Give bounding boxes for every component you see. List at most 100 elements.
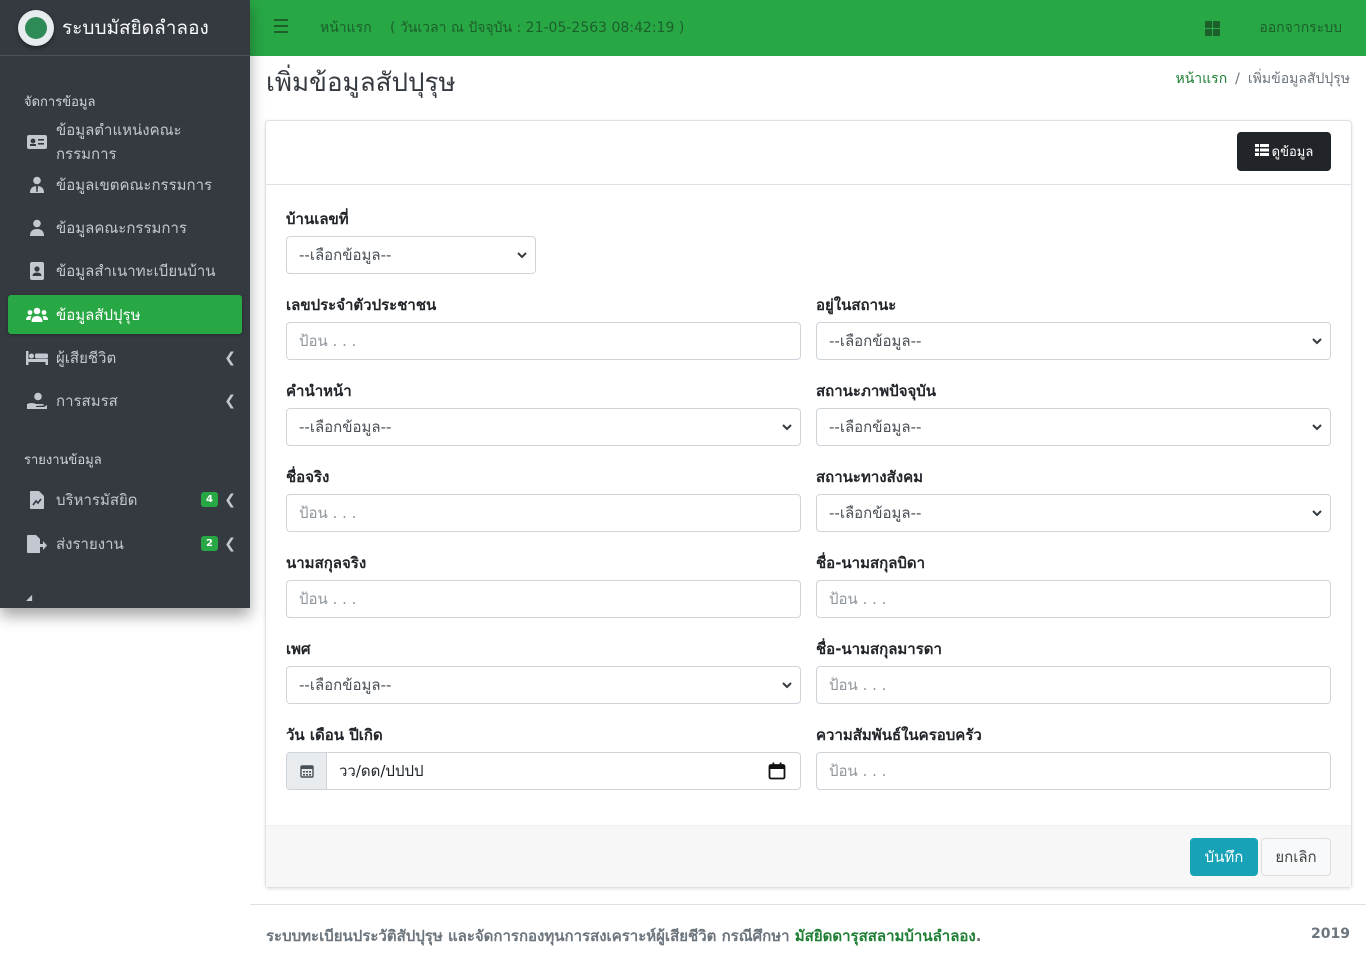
top-navbar: หน้าแรก ( วันเวลา ณ ปัจจุบัน : 21-05-256…	[250, 0, 1366, 56]
mother-name-input[interactable]: ป้อน . . .	[816, 666, 1331, 704]
mother-name-label: ชื่อ-นามสกุลมารดา	[816, 640, 942, 658]
chevron-down-icon	[517, 252, 527, 259]
house-no-select[interactable]: --เลือกข้อมูล--	[286, 236, 536, 274]
member-form-card: ดูข้อมูล บ้านเลขที่ --เลือกข้อมูล-- เลขป…	[265, 120, 1352, 888]
sidebar-item-house-registration[interactable]: ข้อมูลสำเนาทะเบียนบ้าน	[8, 251, 242, 290]
hand-holding-heart-icon	[26, 392, 48, 410]
birth-date-label: วัน เดือน ปีเกิด	[286, 726, 383, 744]
page-title: เพิ่มข้อมูลสัปปุรุษ	[266, 68, 456, 98]
social-status-value: --เลือกข้อมูล--	[829, 504, 922, 522]
residence-status-value: --เลือกข้อมูล--	[829, 332, 922, 350]
sidebar-item-committee-positions[interactable]: ข้อมูลตำแหน่งคณะกรรมการ	[8, 121, 242, 163]
birth-date-value: วว/ดด/ปปปป	[339, 762, 424, 780]
address-book-icon	[26, 261, 48, 280]
sidebar-item-send-report[interactable]: ส่งรายงาน 2 ❮	[8, 524, 242, 563]
brand-logo-icon	[18, 9, 54, 46]
current-status-value: --เลือกข้อมูล--	[829, 418, 922, 436]
sidebar-item-label: ข้อมูลสำเนาทะเบียนบ้าน	[56, 261, 216, 280]
family-relation-placeholder: ป้อน . . .	[829, 762, 887, 780]
social-status-select[interactable]: --เลือกข้อมูล--	[816, 494, 1331, 532]
residence-status-select[interactable]: --เลือกข้อมูล--	[816, 322, 1331, 360]
social-status-label: สถานะทางสังคม	[816, 468, 924, 486]
sidebar-item-label: ข้อมูลเขตคณะกรรมการ	[56, 175, 213, 194]
last-name-input[interactable]: ป้อน . . .	[286, 580, 801, 618]
user-tie-icon	[26, 176, 48, 194]
grid-icon[interactable]	[1205, 21, 1220, 36]
house-no-label: บ้านเลขที่	[286, 210, 349, 228]
sidebar-item-label: ส่งรายงาน	[56, 534, 124, 553]
gender-value: --เลือกข้อมูล--	[299, 676, 392, 694]
chevron-left-icon: ❮	[224, 392, 236, 409]
chevron-down-icon	[782, 682, 792, 689]
sidebar-item-marriage[interactable]: การสมรส ❮	[8, 381, 242, 420]
footer-year: 2019	[1311, 926, 1350, 942]
bed-icon	[26, 349, 48, 367]
footer-period: .	[975, 927, 982, 945]
sidebar-item-label: ข้อมูลตำแหน่งคณะกรรมการ	[55, 120, 182, 163]
page-footer: ระบบทะเบียนประวัติสัปปุรุษ และจัดการกองท…	[250, 904, 1366, 961]
id-card-icon	[26, 133, 48, 151]
citizen-id-label: เลขประจำตัวประชาชน	[286, 296, 437, 314]
last-name-label: นามสกุลจริง	[286, 554, 367, 572]
user-icon	[26, 219, 48, 237]
card-header: ดูข้อมูล	[266, 121, 1351, 185]
birth-date-input[interactable]: วว/ดด/ปปปป	[286, 752, 801, 790]
breadcrumb-home-link[interactable]: หน้าแรก	[1175, 71, 1227, 87]
footer-text: ระบบทะเบียนประวัติสัปปุรุษ และจัดการกองท…	[266, 924, 981, 948]
sidebar-item-committee-zones[interactable]: ข้อมูลเขตคณะกรรมการ	[8, 165, 242, 204]
users-icon	[26, 306, 48, 324]
brand[interactable]: ระบบมัสยิดลำลอง	[0, 0, 250, 56]
sidebar-item-label: การสมรส	[56, 391, 118, 410]
first-name-placeholder: ป้อน . . .	[299, 504, 357, 522]
chevron-left-icon: ❮	[224, 535, 236, 552]
save-button[interactable]: บันทึก	[1190, 838, 1258, 876]
sidebar-item-label: ข้อมูลสัปปุรุษ	[56, 305, 141, 324]
chevron-down-icon	[1312, 338, 1322, 345]
first-name-label: ชื่อจริง	[286, 468, 330, 486]
family-relation-input[interactable]: ป้อน . . .	[816, 752, 1331, 790]
sidebar: ระบบมัสยิดลำลอง จัดการข้อมูล ข้อมูลตำแหน…	[0, 0, 250, 608]
gender-label: เพศ	[286, 640, 311, 658]
prefix-label: คำนำหน้า	[286, 382, 352, 400]
view-data-label: ดูข้อมูล	[1271, 145, 1314, 160]
chevron-down-icon	[1312, 510, 1322, 517]
gender-select[interactable]: --เลือกข้อมูล--	[286, 666, 801, 704]
current-datetime: ( วันเวลา ณ ปัจจุบัน : 21-05-2563 08:42:…	[390, 20, 685, 36]
resize-handle-icon[interactable]: ◢	[26, 593, 32, 602]
brand-title: ระบบมัสยิดลำลอง	[62, 16, 209, 39]
citizen-id-input[interactable]: ป้อน . . .	[286, 322, 801, 360]
chevron-left-icon: ❮	[224, 491, 236, 508]
footer-mosque-link[interactable]: มัสยิดดารุสสลามบ้านลำลอง	[795, 927, 976, 945]
file-export-icon	[26, 534, 48, 553]
sidebar-item-deceased[interactable]: ผู้เสียชีวิต ❮	[8, 338, 242, 377]
sidebar-item-members[interactable]: ข้อมูลสัปปุรุษ	[8, 295, 242, 334]
house-no-value: --เลือกข้อมูล--	[299, 246, 392, 264]
card-footer: บันทึก ยกเลิก	[266, 825, 1351, 887]
nav-header-report: รายงานข้อมูล	[24, 453, 102, 468]
count-badge: 2	[201, 536, 218, 551]
current-status-select[interactable]: --เลือกข้อมูล--	[816, 408, 1331, 446]
cancel-button[interactable]: ยกเลิก	[1261, 838, 1331, 876]
mother-name-placeholder: ป้อน . . .	[829, 676, 887, 694]
family-relation-label: ความสัมพันธ์ในครอบครัว	[816, 726, 982, 744]
calendar-addon-icon	[287, 753, 327, 789]
nav-header-manage: จัดการข้อมูล	[24, 95, 96, 110]
father-name-placeholder: ป้อน . . .	[829, 590, 887, 608]
prefix-value: --เลือกข้อมูล--	[299, 418, 392, 436]
prefix-select[interactable]: --เลือกข้อมูล--	[286, 408, 801, 446]
sidebar-item-mosque-management[interactable]: บริหารมัสยิด 4 ❮	[8, 480, 242, 519]
count-badge: 4	[201, 492, 218, 507]
menu-toggle-icon[interactable]	[274, 19, 288, 33]
calendar-picker-icon[interactable]	[768, 762, 786, 784]
father-name-input[interactable]: ป้อน . . .	[816, 580, 1331, 618]
table-icon	[1254, 143, 1269, 160]
view-data-button[interactable]: ดูข้อมูล	[1237, 132, 1331, 171]
nav-home-link[interactable]: หน้าแรก	[320, 17, 372, 39]
logout-link[interactable]: ออกจากระบบ	[1259, 17, 1342, 39]
sidebar-item-committee[interactable]: ข้อมูลคณะกรรมการ	[8, 208, 242, 247]
first-name-input[interactable]: ป้อน . . .	[286, 494, 801, 532]
breadcrumb: หน้าแรก / เพิ่มข้อมูลสัปปุรุษ	[1175, 68, 1350, 90]
breadcrumb-current: เพิ่มข้อมูลสัปปุรุษ	[1247, 71, 1350, 87]
sidebar-item-label: ผู้เสียชีวิต	[56, 348, 117, 367]
father-name-label: ชื่อ-นามสกุลบิดา	[816, 554, 926, 572]
